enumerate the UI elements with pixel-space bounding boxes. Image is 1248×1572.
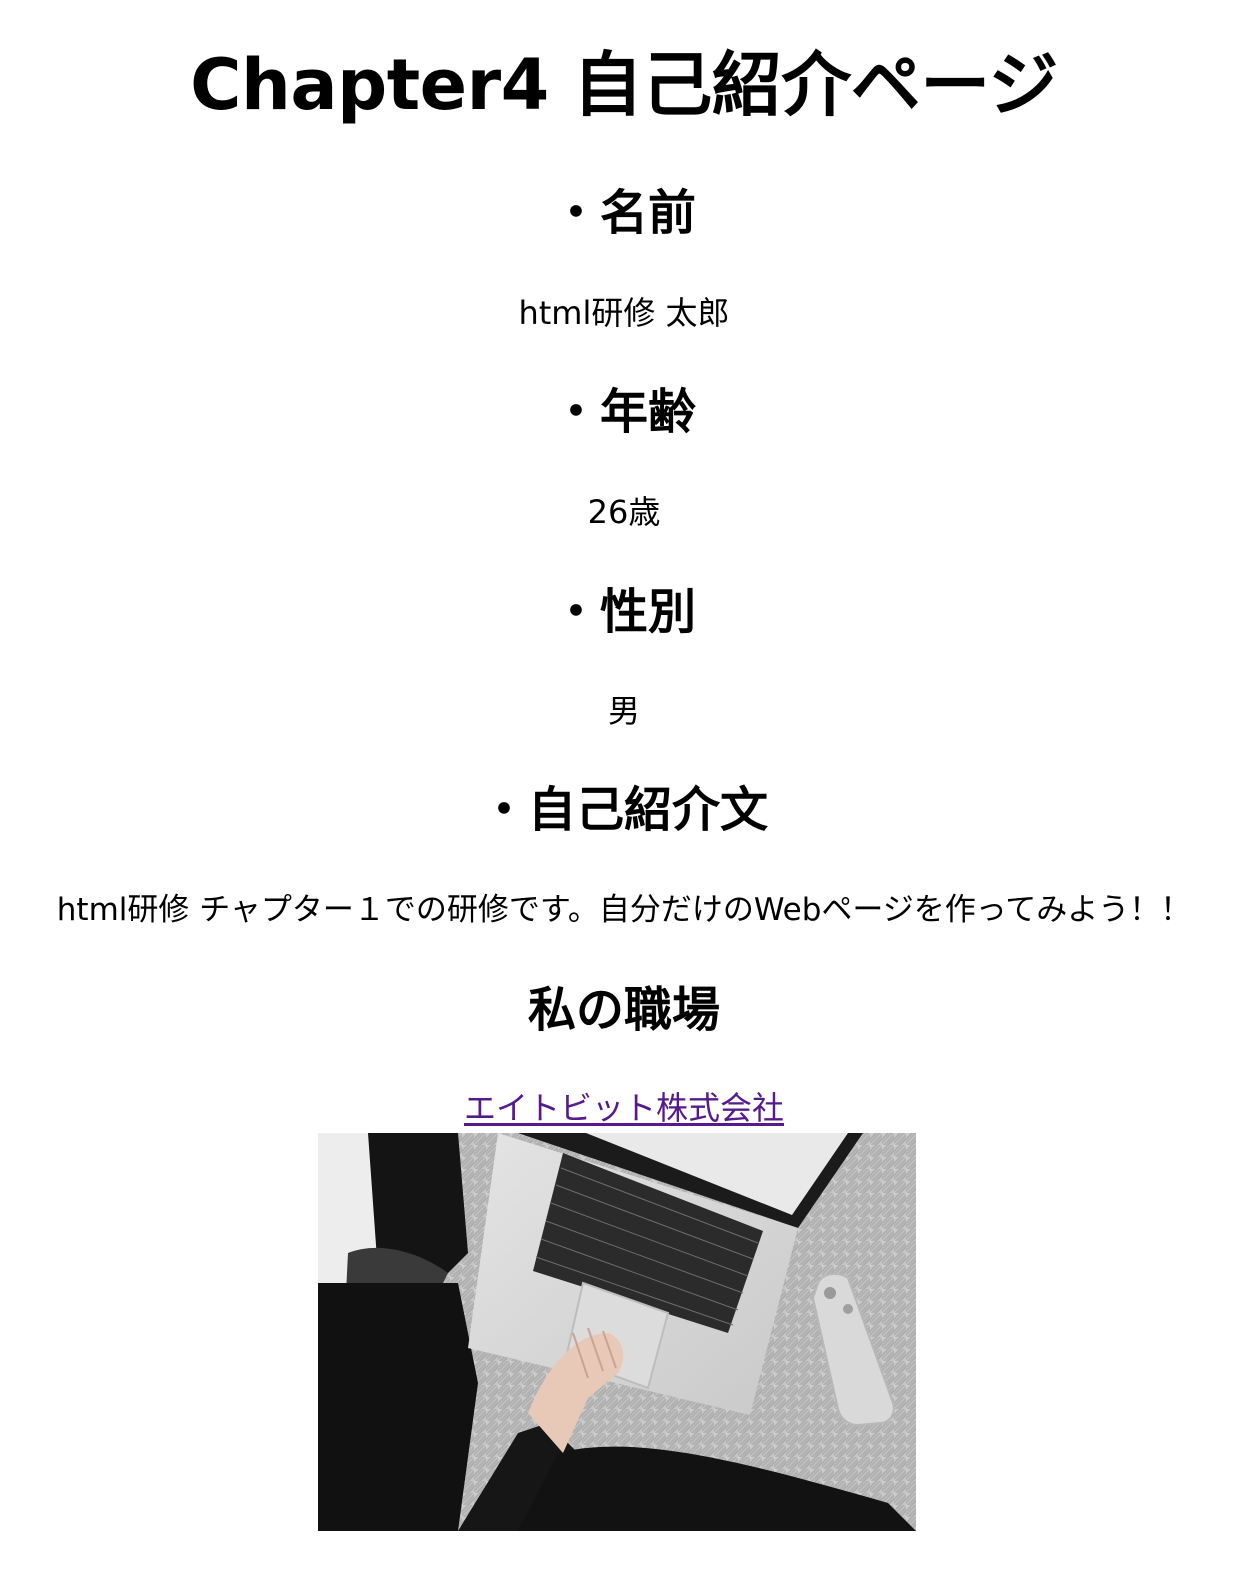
name-heading: ・名前: [551, 185, 696, 241]
gender-value: 男: [607, 692, 640, 730]
intro-heading: ・自己紹介文: [479, 782, 768, 838]
laptop-workspace-photo-icon: [318, 1133, 916, 1531]
workplace-photo: [318, 1133, 916, 1531]
workplace-heading: 私の職場: [527, 982, 720, 1038]
company-link[interactable]: エイトビット株式会社: [464, 1089, 784, 1127]
page-title: Chapter4 自己紹介ページ: [190, 44, 1058, 126]
age-value: 26歳: [587, 493, 661, 531]
gender-heading: ・性別: [551, 584, 696, 640]
name-value: html研修 太郎: [518, 294, 730, 332]
age-heading: ・年齢: [551, 384, 696, 440]
workplace-link-container: エイトビット株式会社: [0, 1088, 1248, 1128]
intro-text: html研修 チャプター１での研修です。自分だけのWebページを作ってみよう！！: [56, 892, 1192, 928]
